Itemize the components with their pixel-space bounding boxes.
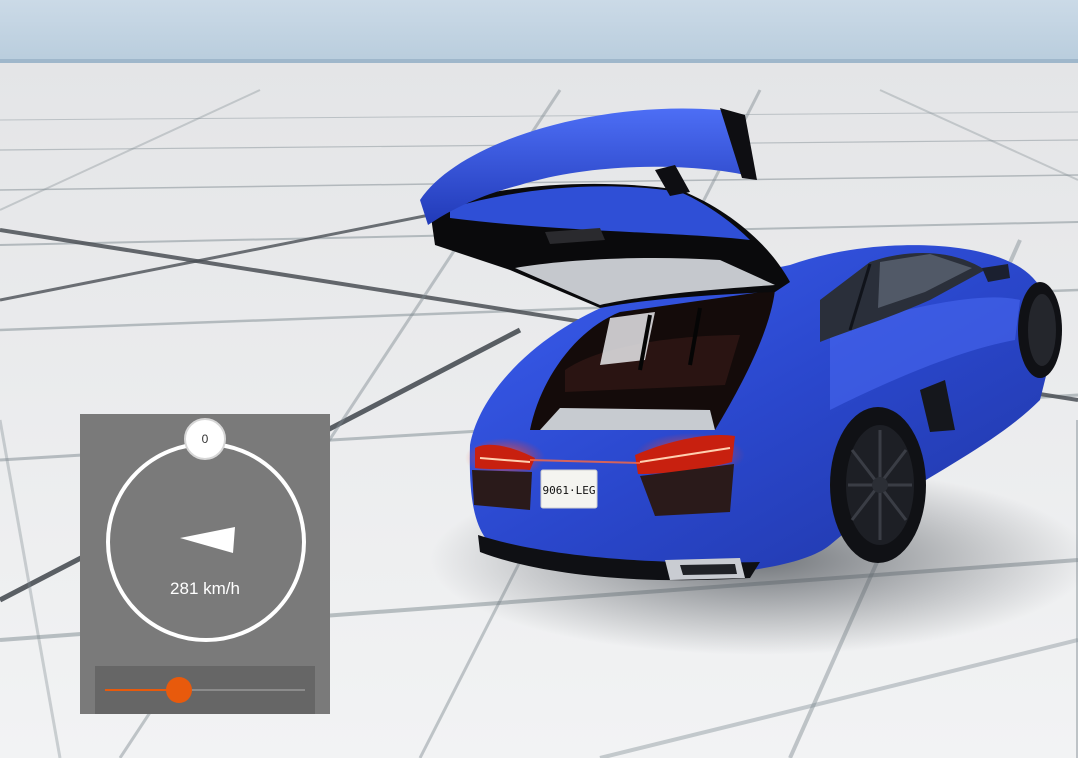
heading-knob[interactable]: 0	[184, 418, 226, 460]
horizon-line	[0, 59, 1078, 63]
throttle-slider-track[interactable]	[105, 677, 305, 703]
direction-arrow-icon	[180, 527, 235, 553]
throttle-slider-panel	[95, 666, 315, 714]
speed-readout: 281 km/h	[170, 579, 240, 598]
vehicle-hud-panel: 0 281 km/h	[80, 414, 330, 714]
throttle-slider-thumb[interactable]	[166, 677, 192, 703]
sky	[0, 0, 1078, 62]
license-plate-text: 9061·LEG	[543, 484, 596, 497]
